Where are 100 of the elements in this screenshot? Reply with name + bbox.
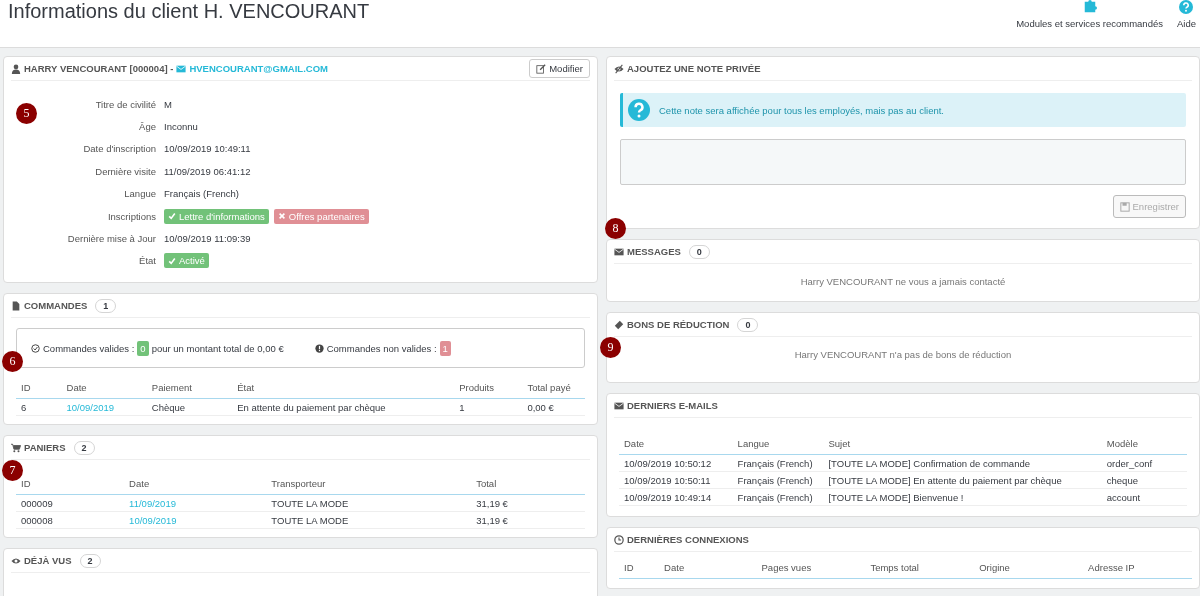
section-title: DERNIÈRES CONNEXIONS <box>627 534 749 545</box>
column-header: Date <box>624 437 645 449</box>
info-text: Cette note sera affichée pour tous les employés, mais pas au client. <box>659 104 944 116</box>
column-header: Date <box>664 561 685 573</box>
count-badge: 1 <box>439 340 451 356</box>
close-icon <box>277 212 286 221</box>
section-title: AJOUTEZ UNE NOTE PRIVÉE <box>627 63 761 74</box>
column-header: Date <box>129 477 150 489</box>
step-marker: 8 <box>605 218 626 239</box>
column-header: ID <box>624 561 634 573</box>
section-title: DÉJÀ VUS <box>24 555 72 567</box>
table-cell: TOUTE LA MODE <box>271 497 349 509</box>
date-link[interactable]: 10/09/2019 <box>129 514 177 526</box>
date-link[interactable]: 11/09/2019 <box>129 497 176 509</box>
table-cell: TOUTE LA MODE <box>271 514 349 526</box>
cart-icon <box>11 442 21 453</box>
toolbar-link[interactable]: Modules et services recommandés <box>1016 0 1163 47</box>
field-label: Date d'inscription <box>82 143 157 155</box>
count-badge: 0 <box>137 340 149 356</box>
field-label: Dernière visite <box>94 165 157 177</box>
note-field[interactable] <box>620 139 1186 185</box>
field-label: Dernière mise à Jour <box>66 233 157 245</box>
exclamation-icon <box>314 343 324 353</box>
status-badge: Lettre d'informations <box>164 208 269 224</box>
section-title: PANIERS <box>24 442 66 454</box>
table-cell: cheque <box>1106 474 1138 486</box>
empty-message: Harry VENCOURANT n'a pas de bons de réduction <box>794 349 1012 360</box>
field-label: Titre de civilité <box>94 98 157 110</box>
table-cell: [TOUTE LA MODE] Confirmation de commande <box>828 457 1030 469</box>
document-icon <box>11 300 21 311</box>
column-header: Date <box>66 381 87 393</box>
column-header: Adresse IP <box>1088 561 1135 573</box>
clock-icon <box>614 534 624 545</box>
summary-label: Commandes valides : <box>43 342 135 354</box>
column-header: Origine <box>979 561 1010 573</box>
table-cell: 6 <box>21 401 27 413</box>
envelope-icon <box>614 400 624 411</box>
section-title: BONS DE RÉDUCTION <box>627 319 730 330</box>
field-value: M <box>164 98 172 110</box>
envelope-icon <box>176 63 187 74</box>
table-cell: Français (French) <box>737 474 813 486</box>
column-header: Transporteur <box>271 477 326 489</box>
field-value: Inconnu <box>164 121 198 133</box>
table-cell: En attente du paiement par chèque <box>237 401 386 413</box>
section-title: MESSAGES <box>627 246 681 257</box>
floppy-icon <box>1119 201 1130 212</box>
edit-button[interactable]: Modifier <box>529 59 590 78</box>
status-badge: Offres partenaires <box>273 208 369 224</box>
email-link[interactable]: HVENCOURANT@GMAIL.COM <box>189 63 328 74</box>
field-label: Inscriptions <box>106 210 157 222</box>
column-header: Produits <box>459 381 494 393</box>
column-header: Pages vues <box>761 561 812 573</box>
table-cell: 000009 <box>21 497 53 509</box>
table-cell: [TOUTE LA MODE] Bienvenue ! <box>828 491 964 503</box>
table-cell: order_conf <box>1106 457 1153 469</box>
step-marker: 7 <box>2 460 23 482</box>
table-cell: Chèque <box>151 401 186 413</box>
edit-icon <box>536 63 547 74</box>
table-cell: 0,00 € <box>527 401 554 413</box>
column-header: Paiement <box>151 381 192 393</box>
field-value: Français (French) <box>164 188 239 200</box>
table-cell: 10/09/2019 10:49:14 <box>624 491 712 503</box>
summary-text: pour un montant total de 0,00 € <box>151 342 284 354</box>
column-header: Langue <box>737 437 770 449</box>
step-marker: 5 <box>16 103 37 124</box>
step-marker: 9 <box>600 337 621 358</box>
check-icon <box>168 212 176 221</box>
page-title: Informations du client H. VENCOURANT <box>7 0 371 24</box>
table-cell: Français (French) <box>737 491 813 503</box>
table-cell: Français (French) <box>737 457 813 469</box>
column-header: ID <box>21 477 31 489</box>
ticket-icon <box>614 319 624 330</box>
field-value: 10/09/2019 10:49:11 <box>164 143 251 155</box>
table-cell: 1 <box>459 401 465 413</box>
toolbar-link[interactable]: Aide <box>1177 0 1196 47</box>
empty-message: Harry VENCOURANT ne vous a jamais contacté <box>800 276 1006 287</box>
envelope-icon <box>614 246 624 257</box>
date-link[interactable]: 10/09/2019 <box>66 401 115 413</box>
table-cell: [TOUTE LA MODE] En attente du paiement par chèque <box>828 474 1062 486</box>
table-cell: 10/09/2019 10:50:12 <box>624 457 712 469</box>
field-label: Âge <box>138 121 157 133</box>
step-marker: 6 <box>2 351 23 373</box>
column-header: Temps total <box>870 561 919 573</box>
status-badge: Activé <box>164 253 209 269</box>
column-header: Sujet <box>828 437 851 449</box>
field-label: État <box>138 255 157 267</box>
column-header: ID <box>21 381 31 393</box>
help-icon <box>628 99 650 121</box>
section-title: COMMANDES <box>24 300 88 312</box>
table-cell: 000008 <box>21 514 53 526</box>
field-value: 10/09/2019 11:09:39 <box>164 233 251 245</box>
summary-label: Commandes non valides : <box>326 342 437 354</box>
check-icon <box>168 256 176 265</box>
column-header: État <box>237 381 255 393</box>
field-value: 11/09/2019 06:41:12 <box>164 165 251 177</box>
eye-slash-icon <box>614 63 624 74</box>
check-circle-icon <box>31 343 40 353</box>
customer-name: HARRY VENCOURANT [000004] - <box>24 63 174 74</box>
table-cell: 10/09/2019 10:50:11 <box>624 474 711 486</box>
section-title: DERNIERS E-MAILS <box>627 400 718 411</box>
